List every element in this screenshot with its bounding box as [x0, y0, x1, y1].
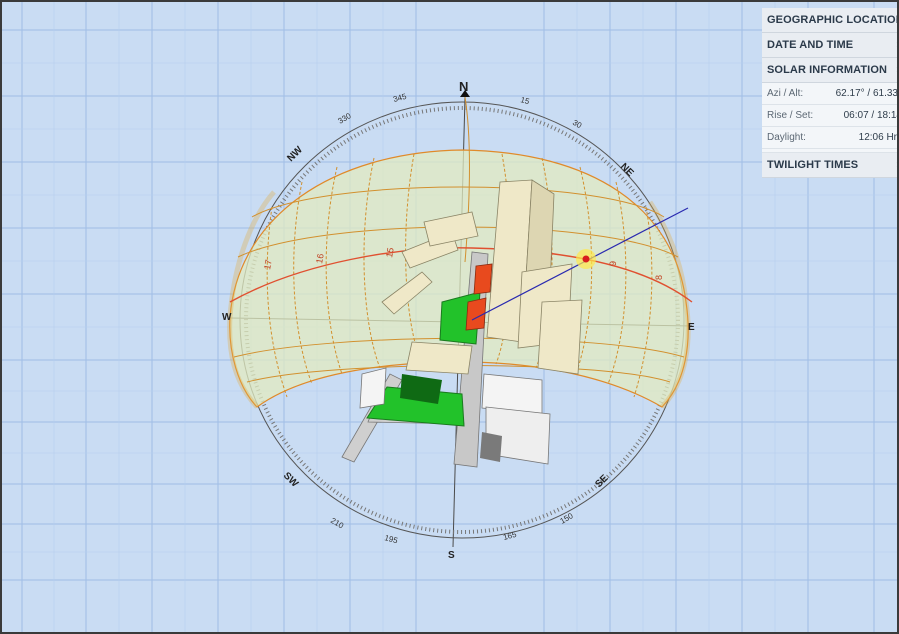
hour-label-17: 17 — [262, 259, 274, 271]
block-se-shadow — [480, 432, 502, 462]
solar-row-label: Rise / Set: — [767, 110, 814, 121]
hour-label-9: 9 — [608, 261, 618, 266]
degree-15: 15 — [519, 95, 530, 106]
block-east-2 — [537, 299, 583, 375]
twilight-times-header[interactable]: TWILIGHT TIMES › — [762, 153, 897, 178]
info-panel: GEOGRAPHIC LOCATION › DATE AND TIME › SO… — [762, 8, 899, 178]
compass-nw: NW — [285, 144, 305, 164]
solar-row-azimuth-altitude: Azi / Alt: 62.17° / 61.33° — [762, 83, 899, 105]
compass-north: N — [459, 79, 468, 94]
date-and-time-title: DATE AND TIME — [767, 39, 854, 51]
geographic-location-title: GEOGRAPHIC LOCATION — [767, 14, 899, 26]
degree-30: 30 — [571, 118, 584, 131]
solar-row-value: 62.17° / 61.33° — [835, 88, 899, 99]
block-sw — [359, 367, 387, 409]
twilight-times-title: TWILIGHT TIMES — [767, 159, 859, 171]
sun-position-marker[interactable] — [582, 255, 590, 263]
compass-west: W — [222, 312, 232, 323]
solar-row-value: 06:07 / 18:14 — [843, 110, 899, 121]
solar-row-rise-set: Rise / Set: 06:07 / 18:14 — [762, 105, 899, 127]
hour-label-16: 16 — [314, 253, 326, 265]
compass-ne: NE — [618, 161, 636, 179]
geographic-location-header[interactable]: GEOGRAPHIC LOCATION › — [762, 8, 899, 33]
solar-row-label: Daylight: — [767, 132, 806, 143]
solar-information-title: SOLAR INFORMATION — [767, 64, 888, 76]
compass-south: S — [448, 550, 455, 561]
degree-195: 195 — [383, 533, 399, 545]
hour-label-15: 15 — [384, 247, 396, 259]
3d-viewport[interactable]: 17 16 15 10 9 8 — [0, 0, 899, 634]
solar-information-header[interactable]: SOLAR INFORMATION › — [762, 58, 897, 83]
compass-east: E — [688, 322, 695, 333]
solar-row-daylight: Daylight: 12:06 Hrs — [762, 127, 899, 149]
red-building-1 — [473, 263, 493, 295]
date-and-time-header[interactable]: DATE AND TIME › — [762, 33, 897, 58]
degree-210: 210 — [329, 516, 346, 531]
degree-330: 330 — [337, 111, 354, 126]
solar-row-value: 12:06 Hrs — [858, 132, 899, 143]
hour-label-8: 8 — [654, 275, 664, 280]
block-center-1 — [405, 341, 473, 375]
solar-row-label: Azi / Alt: — [767, 88, 804, 99]
degree-345: 345 — [392, 92, 408, 104]
